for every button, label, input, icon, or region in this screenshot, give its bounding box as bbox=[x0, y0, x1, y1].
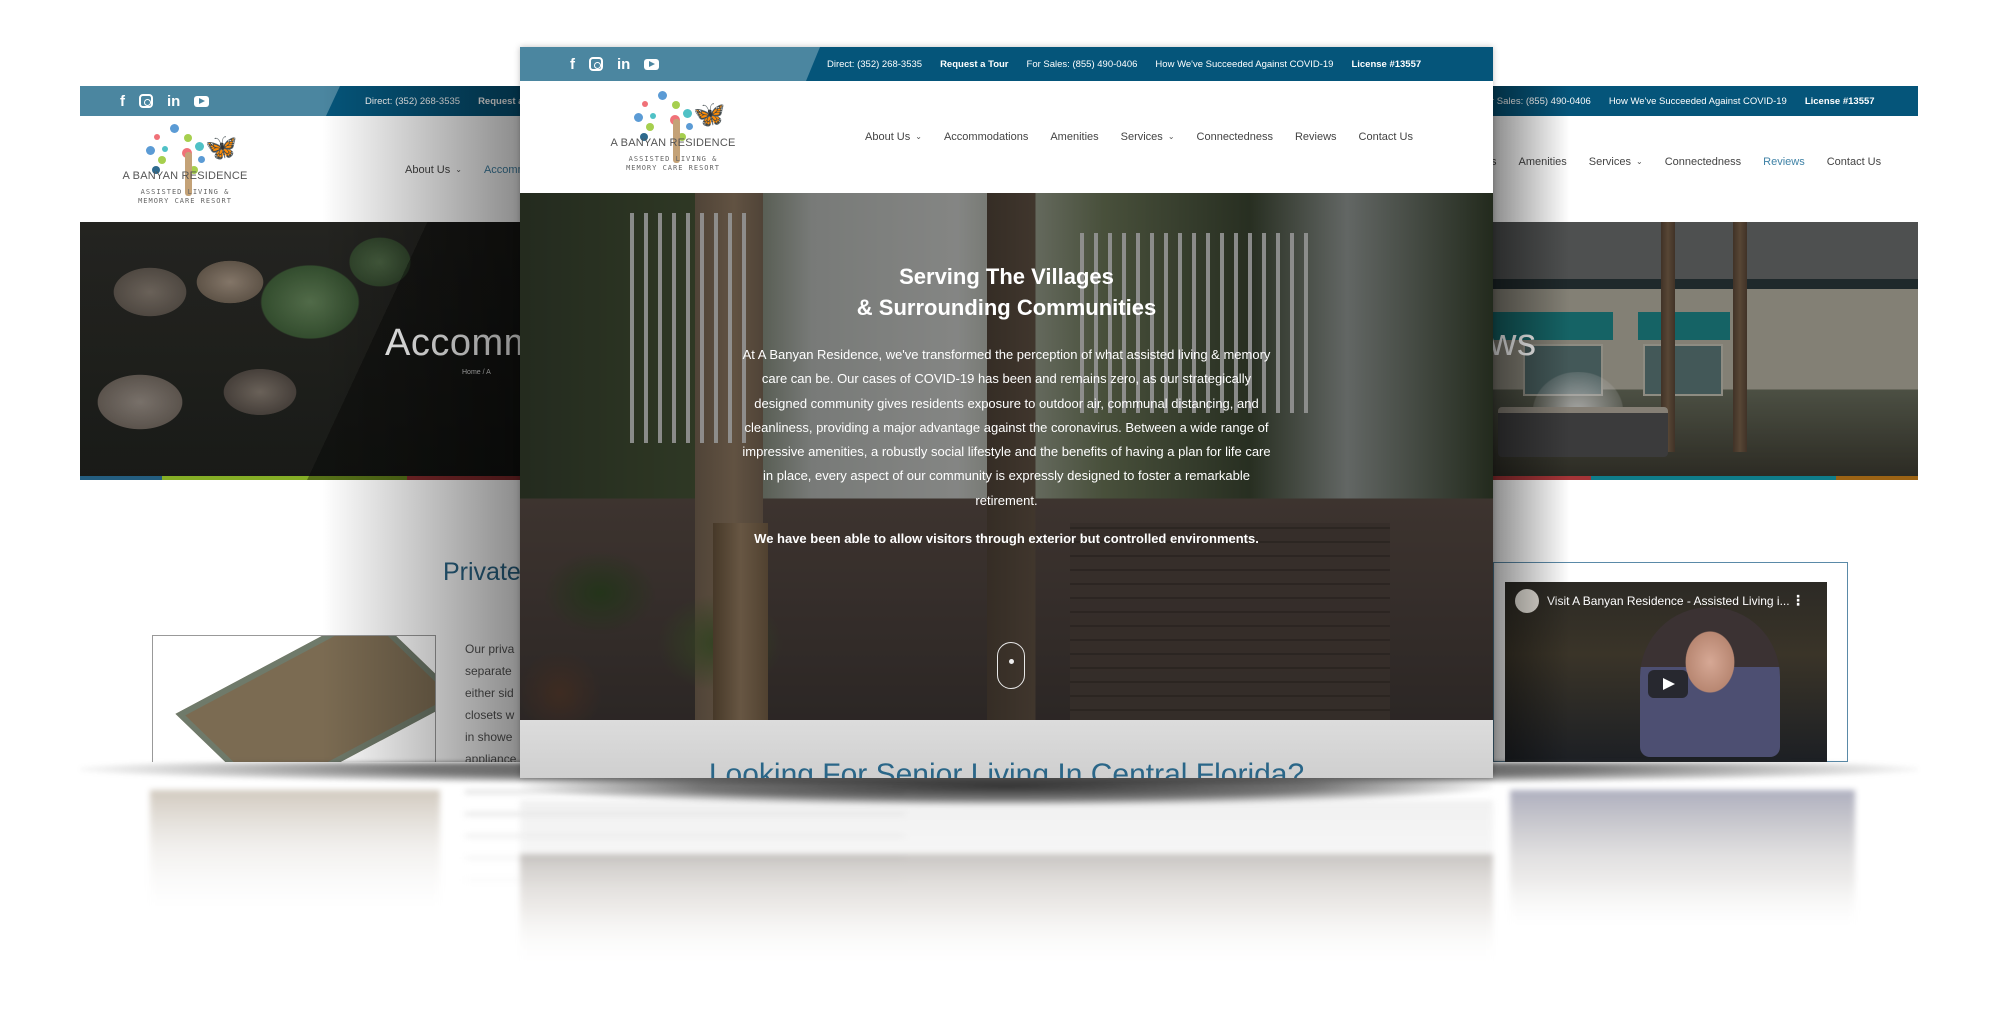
chevron-down-icon: ⌄ bbox=[455, 164, 462, 174]
site-header: s Amenities Services ⌄ Connectedness Revi… bbox=[1493, 116, 1918, 222]
page-hero: ws bbox=[1493, 222, 1918, 480]
section-heading: Looking For Senior Living In Central Flo… bbox=[708, 758, 1305, 778]
social-links: f in bbox=[80, 86, 340, 116]
sales-phone-link[interactable]: For Sales: (855) 490-0406 bbox=[1027, 59, 1138, 70]
request-tour-link[interactable]: Request a To bbox=[478, 96, 520, 107]
social-links: f in bbox=[520, 47, 820, 81]
butterfly-icon: 🦋 bbox=[205, 132, 238, 162]
site-header: 🦋 A BANYAN RESIDENCE ASSISTED LIVING & ME… bbox=[520, 81, 1493, 193]
nav-reviews[interactable]: Reviews bbox=[1295, 131, 1337, 143]
hero-content: Serving The Villages & Surrounding Commu… bbox=[740, 193, 1273, 551]
hero-heading: Serving The Villages & Surrounding Commu… bbox=[856, 264, 1157, 320]
nav-reviews[interactable]: Reviews bbox=[1763, 156, 1805, 168]
covid-link[interactable]: How We've Succeeded Against COVID-19 bbox=[1609, 96, 1787, 107]
right-preview-page-reviews: r Sales: (855) 490-0406 How We've Succee… bbox=[1493, 86, 1918, 762]
page-hero: Accomm Home / A bbox=[80, 222, 520, 480]
logo-tagline: ASSISTED LIVING & MEMORY CARE RESORT bbox=[626, 155, 720, 172]
linkedin-icon[interactable]: in bbox=[167, 94, 180, 109]
color-stripe bbox=[1493, 476, 1918, 480]
section-heading: Private bbox=[443, 558, 520, 586]
youtube-icon[interactable] bbox=[194, 96, 209, 107]
nav-about-us[interactable]: About Us ⌄ bbox=[405, 164, 462, 176]
breadcrumb[interactable]: Home / A bbox=[462, 369, 491, 376]
license-label: License #13557 bbox=[1351, 58, 1422, 70]
home-hero: Serving The Villages & Surrounding Commu… bbox=[520, 193, 1493, 720]
nav-accommodations[interactable]: Accommo bbox=[484, 164, 520, 176]
direct-phone-link[interactable]: Direct: (352) 268-3535 bbox=[365, 96, 460, 107]
more-options-icon[interactable]: ⋮ bbox=[1791, 592, 1805, 609]
center-page-shadow bbox=[520, 778, 1493, 806]
video-title[interactable]: Visit A Banyan Residence - Assisted Livi… bbox=[1547, 594, 1790, 608]
license-label: License #13557 bbox=[1804, 95, 1875, 107]
nav-services[interactable]: Services ⌄ bbox=[1589, 156, 1643, 168]
section-body: Our priva separate either sid closets w … bbox=[465, 642, 517, 762]
chevron-down-icon: ⌄ bbox=[915, 131, 922, 141]
site-header: 🦋 A BANYAN RESIDENCE ASSISTED LIVING & ME… bbox=[80, 116, 520, 222]
intro-section: Looking For Senior Living In Central Flo… bbox=[520, 720, 1493, 778]
video-reflection bbox=[1510, 790, 1855, 940]
instagram-icon[interactable] bbox=[139, 94, 153, 108]
main-nav: About Us⌄ Accommo bbox=[405, 164, 520, 176]
top-bar-links: Direct: (352) 268-3535 Request a Tour Fo… bbox=[827, 47, 1421, 81]
hero-visitors-note: We have been able to allow visitors thro… bbox=[754, 531, 1259, 547]
top-bar: f in Direct: (352) 268-3535 Request a To bbox=[80, 86, 520, 116]
logo-name: A BANYAN RESIDENCE bbox=[610, 137, 736, 149]
floorplan-image[interactable] bbox=[152, 635, 436, 762]
nav-amenities[interactable]: Amenities bbox=[1519, 156, 1567, 168]
youtube-video-embed[interactable]: Visit A Banyan Residence - Assisted Livi… bbox=[1505, 582, 1827, 762]
logo-tagline: ASSISTED LIVING & MEMORY CARE RESORT bbox=[138, 188, 232, 205]
page-title: Accomm bbox=[385, 322, 520, 364]
nav-services[interactable]: Services ⌄ bbox=[1121, 131, 1175, 143]
main-nav: About Us ⌄ Accommodations Amenities Servi… bbox=[865, 131, 1413, 143]
nav-connectedness[interactable]: Connectedness bbox=[1197, 131, 1273, 143]
scroll-down-indicator-icon[interactable] bbox=[997, 642, 1025, 689]
left-preview-page-accommodations: f in Direct: (352) 268-3535 Request a To bbox=[80, 86, 520, 762]
nav-connectedness[interactable]: Connectedness bbox=[1665, 156, 1741, 168]
youtube-icon[interactable] bbox=[644, 59, 659, 70]
floorplan-reflection bbox=[150, 790, 440, 920]
nav-contact-us[interactable]: Contact Us bbox=[1359, 131, 1413, 143]
butterfly-icon: 🦋 bbox=[693, 99, 726, 129]
instagram-icon[interactable] bbox=[589, 57, 603, 71]
covid-link[interactable]: How We've Succeeded Against COVID-19 bbox=[1155, 59, 1333, 70]
direct-phone-link[interactable]: Direct: (352) 268-3535 bbox=[827, 59, 922, 70]
logo-name: A BANYAN RESIDENCE bbox=[122, 170, 248, 182]
color-stripe bbox=[80, 476, 520, 480]
home-page-preview: f in Direct: (352) 268-3535 Request a To… bbox=[520, 47, 1493, 778]
center-page-reflection bbox=[520, 800, 1493, 980]
facebook-icon[interactable]: f bbox=[120, 94, 125, 109]
play-button-icon[interactable] bbox=[1648, 670, 1688, 698]
site-logo[interactable]: 🦋 A BANYAN RESIDENCE ASSISTED LIVING & ME… bbox=[598, 87, 748, 187]
site-logo[interactable]: 🦋 A BANYAN RESIDENCE ASSISTED LIVING & ME… bbox=[110, 120, 260, 220]
channel-avatar[interactable] bbox=[1515, 589, 1539, 613]
top-bar: r Sales: (855) 490-0406 How We've Succee… bbox=[1493, 86, 1918, 116]
nav-contact-us[interactable]: Contact Us bbox=[1827, 156, 1881, 168]
main-nav: s Amenities Services ⌄ Connectedness Revi… bbox=[1493, 156, 1881, 168]
hero-paragraph: At A Banyan Residence, we've transformed… bbox=[742, 347, 1271, 508]
top-bar-links: Direct: (352) 268-3535 Request a To bbox=[365, 86, 520, 116]
chevron-down-icon: ⌄ bbox=[1635, 156, 1643, 166]
nav-about-us[interactable]: About Us ⌄ bbox=[865, 131, 922, 143]
chevron-down-icon: ⌄ bbox=[1167, 131, 1175, 141]
video-card: Visit A Banyan Residence - Assisted Livi… bbox=[1493, 562, 1848, 762]
top-bar-links: r Sales: (855) 490-0406 How We've Succee… bbox=[1493, 86, 1875, 116]
top-bar: f in Direct: (352) 268-3535 Request a To… bbox=[520, 47, 1493, 81]
page-title: ws bbox=[1493, 322, 1537, 364]
facebook-icon[interactable]: f bbox=[570, 57, 575, 72]
nav-accommodations[interactable]: s bbox=[1493, 156, 1497, 168]
linkedin-icon[interactable]: in bbox=[617, 57, 630, 72]
nav-accommodations[interactable]: Accommodations bbox=[944, 131, 1028, 143]
sales-phone-link[interactable]: r Sales: (855) 490-0406 bbox=[1493, 96, 1591, 107]
request-tour-link[interactable]: Request a Tour bbox=[940, 59, 1008, 70]
nav-amenities[interactable]: Amenities bbox=[1050, 131, 1098, 143]
